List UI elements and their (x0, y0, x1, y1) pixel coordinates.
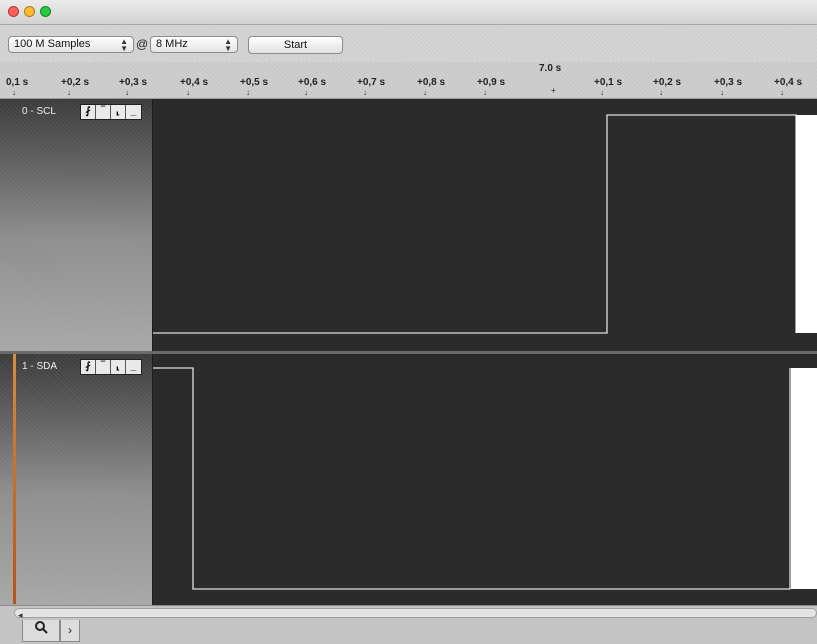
ruler-tick-mark: ↓ (12, 88, 16, 97)
ruler-tick-label: +0,2 s (653, 77, 682, 88)
falling-edge-trigger-icon[interactable]: ⸤ (111, 360, 126, 374)
high-trigger-icon[interactable]: ‾ (96, 360, 111, 374)
channel-label-panel[interactable]: 1 - SDA ⨏ ‾ ⸤ _ (0, 354, 153, 605)
falling-edge-trigger-icon[interactable]: ⸤ (111, 105, 126, 119)
search-icon (34, 621, 48, 637)
ruler-tick-label: +0,9 s (477, 77, 506, 88)
ruler-tick-label: +0,4 s (180, 77, 209, 88)
ruler-tick-label: +0,1 s (594, 77, 623, 88)
ruler-tick-mark: ↓ (125, 88, 129, 97)
sda-waveform-plot[interactable] (153, 354, 817, 605)
high-trigger-icon[interactable]: ‾ (96, 105, 111, 119)
ruler-tick-label: +0,2 s (61, 77, 90, 88)
next-tab[interactable]: › (60, 620, 80, 642)
samples-select-value: 100 M Samples (14, 38, 91, 50)
ruler-tick-mark: ↓ (600, 88, 604, 97)
at-symbol: @ (136, 37, 149, 51)
low-trigger-icon[interactable]: _ (126, 360, 141, 374)
select-arrows-icon: ▲ ▼ (120, 37, 128, 53)
channel-name: 1 - SDA (22, 361, 58, 372)
ruler-tick-label: 0,1 s (6, 77, 29, 88)
minimize-window-button[interactable] (24, 6, 35, 17)
ruler-tick-mark: ↓ (186, 88, 190, 97)
ruler-tick-mark: ↓ (363, 88, 367, 97)
ruler-tick-mark: ↓ (780, 88, 784, 97)
ruler-tick-mark: ↓ (659, 88, 663, 97)
channel-sda: 1 - SDA ⨏ ‾ ⸤ _ (0, 354, 817, 605)
ruler-tick-mark: ↓ (720, 88, 724, 97)
ruler-tick-mark: ↓ (483, 88, 487, 97)
time-ruler[interactable]: 7.0 s + 0,1 s ↓ +0,2 s ↓ +0,3 s ↓ +0,4 s ↓ +0,5 … (0, 62, 817, 99)
rising-edge-trigger-icon[interactable]: ⨏ (81, 360, 96, 374)
close-window-button[interactable] (8, 6, 19, 17)
sda-waveform (153, 367, 817, 590)
trigger-buttons: ⨏ ‾ ⸤ _ (80, 359, 142, 375)
ruler-tick-label: +0,3 s (119, 77, 148, 88)
toolbar: 100 M Samples ▲ ▼ @ 8 MHz ▲ ▼ Start (0, 25, 817, 62)
start-button[interactable]: Start (248, 36, 343, 54)
ruler-tick-label: +0,8 s (417, 77, 446, 88)
ruler-tick-mark: ↓ (67, 88, 71, 97)
channel-scl: 0 - SCL ⨏ ‾ ⸤ _ (0, 99, 817, 351)
ruler-tick-mark: ↓ (304, 88, 308, 97)
ruler-tick-label: +0,3 s (714, 77, 743, 88)
chevron-right-icon: › (68, 623, 72, 637)
ruler-tick-label: +0,7 s (357, 77, 386, 88)
scl-waveform-plot[interactable] (153, 99, 817, 351)
samples-select[interactable]: 100 M Samples ▲ ▼ (8, 36, 134, 53)
ruler-center-mark: + (551, 86, 556, 95)
rate-select-value: 8 MHz (156, 38, 188, 50)
trigger-buttons: ⨏ ‾ ⸤ _ (80, 104, 142, 120)
horizontal-scrollbar[interactable]: ◂ (14, 608, 817, 620)
title-bar (0, 0, 817, 25)
rate-select[interactable]: 8 MHz ▲ ▼ (150, 36, 238, 53)
low-trigger-icon[interactable]: _ (126, 105, 141, 119)
channel-name: 0 - SCL (22, 106, 56, 117)
scl-waveform (153, 114, 817, 334)
zoom-window-button[interactable] (40, 6, 51, 17)
select-arrows-icon: ▲ ▼ (224, 37, 232, 53)
ruler-tick-mark: ↓ (423, 88, 427, 97)
channel-label-panel[interactable]: 0 - SCL ⨏ ‾ ⸤ _ (0, 99, 153, 351)
ruler-tick-mark: ↓ (246, 88, 250, 97)
ruler-tick-label: +0,6 s (298, 77, 327, 88)
channel-color-strip (13, 354, 16, 604)
search-tab[interactable] (22, 620, 60, 642)
rising-edge-trigger-icon[interactable]: ⨏ (81, 105, 96, 119)
ruler-tick-label: +0,5 s (240, 77, 269, 88)
ruler-tick-label: +0,4 s (774, 77, 803, 88)
ruler-center-label: 7.0 s (539, 63, 562, 74)
bottom-bar: ◂ › (0, 605, 817, 644)
